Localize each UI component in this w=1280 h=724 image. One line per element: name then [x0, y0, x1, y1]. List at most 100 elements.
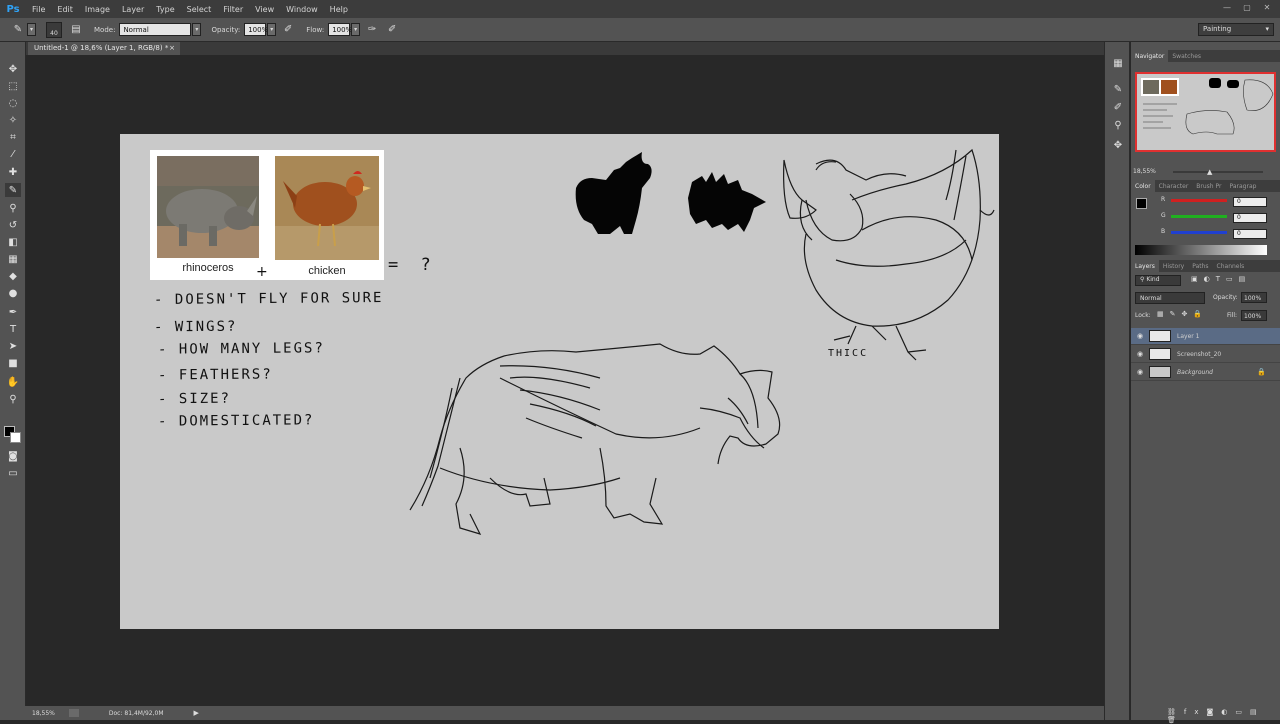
red-slider[interactable]	[1171, 199, 1227, 202]
layer-filter-icons[interactable]: ▣◐T▭▤	[1191, 275, 1271, 286]
mode-dropdown-icon[interactable]: ▾	[192, 23, 202, 36]
opacity-dropdown-icon[interactable]: ▾	[267, 23, 277, 36]
workspace-select[interactable]: Painting ▾	[1198, 23, 1274, 36]
layer-row[interactable]: ◉ Screenshot_20	[1131, 346, 1280, 363]
zoom-tool-icon[interactable]: ⚲	[5, 392, 21, 406]
layer-row[interactable]: ◉ Background 🔒	[1131, 364, 1280, 381]
history-brush-tool-icon[interactable]: ↺	[5, 218, 21, 232]
crop-tool-icon[interactable]: ⌗	[5, 130, 21, 144]
blue-value-input[interactable]: 0	[1233, 229, 1267, 239]
eye-icon[interactable]: ◉	[1131, 368, 1149, 376]
tab-paragraph[interactable]: Paragrap	[1226, 183, 1261, 190]
blur-tool-icon[interactable]: ◆	[5, 269, 21, 283]
healing-brush-tool-icon[interactable]: ✚	[5, 165, 21, 179]
status-menu-arrow-icon[interactable]: ▶	[194, 709, 199, 717]
brush-size-picker[interactable]: 40	[46, 21, 62, 38]
slider-thumb-icon[interactable]: ▲	[1207, 168, 1212, 176]
menu-view[interactable]: View	[249, 5, 280, 14]
silhouette-sketch-2	[688, 172, 766, 232]
pressure-opacity-icon[interactable]: ✐	[280, 22, 296, 38]
mode-select[interactable]: Normal	[119, 23, 192, 36]
navigator-preview[interactable]	[1135, 72, 1276, 152]
tab-brush-presets[interactable]: Brush Pr	[1192, 183, 1225, 190]
zoom-readout[interactable]: 18,55%	[32, 710, 55, 717]
menu-file[interactable]: File	[26, 5, 51, 14]
note-line: - DOMESTICATED?	[157, 412, 315, 430]
quick-select-tool-icon[interactable]: ✧	[5, 113, 21, 127]
green-slider[interactable]	[1171, 215, 1227, 218]
type-tool-icon[interactable]: T	[5, 322, 21, 336]
layer-filter-select[interactable]: ⚲ Kind	[1135, 275, 1181, 286]
brush-preset-icon[interactable]: ✎	[10, 22, 26, 38]
brush-presets-panel-icon[interactable]: ✎	[1111, 82, 1125, 96]
blend-mode-select[interactable]: Normal	[1135, 292, 1205, 304]
menu-help[interactable]: Help	[324, 5, 354, 14]
layer-fill-input[interactable]: 100%	[1241, 310, 1267, 321]
brush-tool-icon[interactable]: ✎	[5, 183, 21, 197]
brush-panel-icon[interactable]: ✐	[1111, 100, 1125, 114]
menu-filter[interactable]: Filter	[217, 5, 249, 14]
pressure-size-icon[interactable]: ✐	[384, 22, 400, 38]
tab-navigator[interactable]: Navigator	[1131, 50, 1169, 62]
brush-panel-toggle-icon[interactable]: ▤	[68, 22, 84, 38]
tab-swatches[interactable]: Swatches	[1168, 53, 1205, 60]
lock-icons[interactable]: ▦✎✥🔒	[1157, 310, 1208, 318]
layer-row[interactable]: ◉ Layer 1	[1131, 328, 1280, 345]
tab-history[interactable]: History	[1159, 263, 1188, 270]
maximize-button[interactable]: ▢	[1238, 1, 1256, 13]
flow-input[interactable]: 100%	[328, 23, 352, 36]
menu-edit[interactable]: Edit	[51, 5, 79, 14]
foreground-color[interactable]	[1136, 198, 1147, 209]
eye-icon[interactable]: ◉	[1131, 350, 1149, 358]
navigator-zoom-value[interactable]: 18,55%	[1133, 168, 1156, 175]
hand-tool-icon[interactable]: ✋	[5, 375, 21, 389]
pen-tool-icon[interactable]: ✒	[5, 305, 21, 319]
tab-color[interactable]: Color	[1131, 180, 1155, 192]
document-canvas[interactable]: rhinoceros chicken + = ? - DOESN'T FLY F…	[120, 134, 999, 629]
move-tool-icon[interactable]: ✥	[5, 62, 21, 76]
tool-presets-panel-icon[interactable]: ✥	[1111, 138, 1125, 152]
lock-icon: 🔒	[1257, 368, 1266, 376]
clone-source-panel-icon[interactable]: ⚲	[1111, 118, 1125, 132]
chevron-down-icon[interactable]: ▾	[27, 23, 36, 36]
menu-type[interactable]: Type	[150, 5, 180, 14]
menu-select[interactable]: Select	[181, 5, 218, 14]
document-tab[interactable]: Untitled-1 @ 18,6% (Layer 1, RGB/8) * ×	[28, 42, 180, 55]
quick-mask-icon[interactable]: ◙	[5, 449, 21, 463]
eyedropper-tool-icon[interactable]: ⁄	[5, 147, 21, 161]
eraser-tool-icon[interactable]: ◧	[5, 235, 21, 249]
color-ramp[interactable]	[1135, 245, 1267, 255]
red-value-input[interactable]: 0	[1233, 197, 1267, 207]
navigator-tabs: Navigator Swatches	[1131, 50, 1280, 62]
navigator-zoom-slider[interactable]	[1173, 171, 1263, 173]
clone-stamp-tool-icon[interactable]: ⚲	[5, 201, 21, 215]
layer-actions[interactable]: ⛓fx◙◐▭▤🗑	[1167, 708, 1280, 724]
tab-channels[interactable]: Channels	[1213, 263, 1249, 270]
tab-paths[interactable]: Paths	[1188, 263, 1212, 270]
airbrush-icon[interactable]: ✑	[364, 22, 380, 38]
eye-icon[interactable]: ◉	[1131, 332, 1149, 340]
tab-character[interactable]: Character	[1155, 183, 1193, 190]
background-color-swatch[interactable]	[10, 432, 21, 443]
rectangle-tool-icon[interactable]: ■	[5, 356, 21, 370]
export-icon[interactable]	[68, 709, 79, 717]
history-panel-icon[interactable]: ▦	[1111, 56, 1125, 70]
flow-dropdown-icon[interactable]: ▾	[351, 23, 361, 36]
green-value-input[interactable]: 0	[1233, 213, 1267, 223]
menu-image[interactable]: Image	[79, 5, 116, 14]
tab-layers[interactable]: Layers	[1131, 260, 1159, 272]
path-selection-tool-icon[interactable]: ➤	[5, 339, 21, 353]
opacity-input[interactable]: 100%	[244, 23, 268, 36]
close-button[interactable]: ✕	[1258, 1, 1276, 13]
dodge-tool-icon[interactable]: ●	[5, 286, 21, 300]
minimize-button[interactable]: —	[1218, 1, 1236, 13]
gradient-tool-icon[interactable]: ▦	[5, 252, 21, 266]
blue-slider[interactable]	[1171, 231, 1227, 234]
layer-opacity-input[interactable]: 100%	[1241, 292, 1267, 303]
close-tab-icon[interactable]: ×	[169, 44, 175, 52]
marquee-tool-icon[interactable]: ⬚	[5, 79, 21, 93]
menu-window[interactable]: Window	[280, 5, 324, 14]
menu-layer[interactable]: Layer	[116, 5, 150, 14]
lasso-tool-icon[interactable]: ◌	[5, 96, 21, 110]
screen-mode-icon[interactable]: ▭	[5, 466, 21, 480]
